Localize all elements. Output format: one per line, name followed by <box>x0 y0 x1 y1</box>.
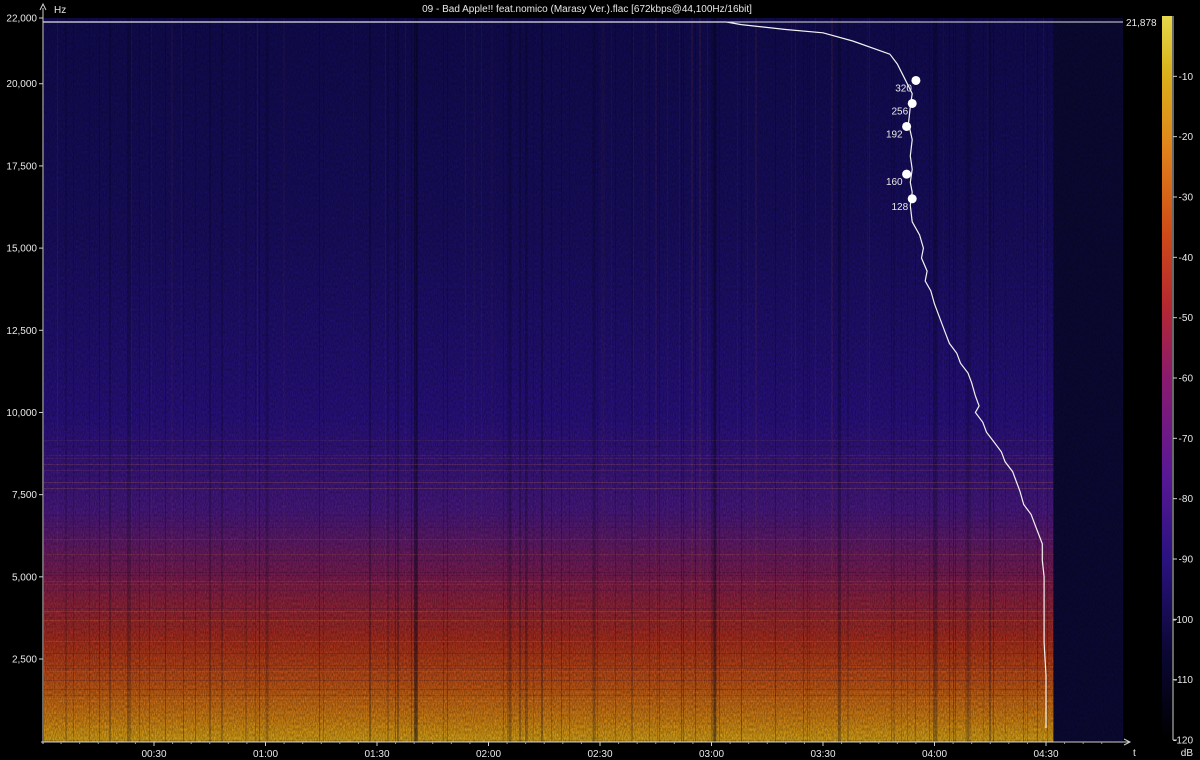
bitrate-marker-dot <box>911 75 921 85</box>
colorbar-tick-label: -80 <box>1179 494 1194 505</box>
bitrate-marker-dot <box>907 194 917 204</box>
y-tick-label: 17,500 <box>6 161 37 172</box>
x-tick-label: 04:00 <box>922 749 947 760</box>
x-tick-label: 02:00 <box>476 749 501 760</box>
x-axis-label: t <box>1133 748 1136 759</box>
x-axis-ticks: 00:30 01:00 01:30 02:00 02:30 03:00 03:30 04:00… <box>60 742 1103 760</box>
bitrate-marker-dot <box>902 121 912 131</box>
spectrogram-grain <box>44 18 1123 742</box>
bitrate-marker-label: 256 <box>892 106 909 117</box>
colorbar-tick-label: -120 <box>1173 736 1193 747</box>
y-tick-label: 15,000 <box>6 244 37 255</box>
colorbar-tick-label: -40 <box>1179 253 1194 264</box>
cutoff-label: 21,878 <box>1126 18 1157 29</box>
bitrate-marker-dot <box>902 169 912 179</box>
colorbar-ticks: -10 -20 -30 -40 -50 -60 -70 -80 -90 -100 -110 -120 <box>1173 72 1193 747</box>
y-tick-label: 12,500 <box>6 326 37 337</box>
bitrate-marker-dot <box>907 98 917 108</box>
colorbar-tick-label: -70 <box>1179 434 1194 445</box>
colorbar-tick-label: -50 <box>1179 313 1194 324</box>
bitrate-marker-label: 160 <box>886 177 903 188</box>
y-tick-label: 2,500 <box>12 655 37 666</box>
y-tick-label: 7,500 <box>12 490 37 501</box>
grain-overlay <box>44 18 1123 742</box>
bitrate-marker-label: 192 <box>886 129 903 140</box>
y-tick-label: 22,000 <box>6 14 37 25</box>
x-tick-label: 00:30 <box>141 749 166 760</box>
chart-title: 09 - Bad Apple!! feat.nomico (Marasy Ver… <box>422 4 752 15</box>
colorbar-gradient <box>1162 16 1172 740</box>
x-tick-label: 01:00 <box>253 749 278 760</box>
x-tick-label: 03:00 <box>699 749 724 760</box>
x-tick-label: 01:30 <box>364 749 389 760</box>
colorbar-tick-label: -30 <box>1179 193 1194 204</box>
x-tick-label: 02:30 <box>587 749 612 760</box>
x-tick-label: 03:30 <box>810 749 835 760</box>
colorbar-tick-label: -100 <box>1173 615 1193 626</box>
spectrogram-chart: 22,000 20,000 17,500 15,000 12,500 10,000 7,50… <box>6 2 1194 760</box>
colorbar-tick-label: -110 <box>1174 675 1194 686</box>
y-tick-label: 5,000 <box>12 572 37 583</box>
colorbar-tick-label: -10 <box>1179 72 1194 83</box>
y-tick-label: 20,000 <box>6 79 37 90</box>
y-tick-label: 10,000 <box>6 408 37 419</box>
colorbar-tick-label: -20 <box>1179 132 1194 143</box>
x-tick-label: 04:30 <box>1033 749 1058 760</box>
colorbar-tick-label: -90 <box>1179 555 1194 566</box>
colorbar-label: dB <box>1181 748 1194 759</box>
colorbar-tick-label: -60 <box>1179 374 1194 385</box>
colorbar <box>1162 16 1174 740</box>
y-axis-label: Hz <box>54 5 66 16</box>
bitrate-marker-label: 320 <box>895 83 912 94</box>
bitrate-marker-label: 128 <box>892 202 909 213</box>
y-axis-ticks: 22,000 20,000 17,500 15,000 12,500 10,000 7,50… <box>6 14 43 666</box>
